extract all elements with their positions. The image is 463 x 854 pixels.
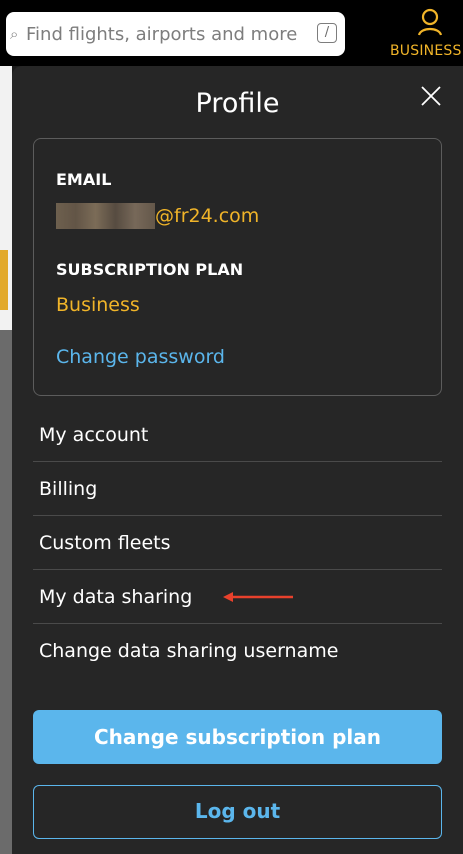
menu-item-my-data-sharing[interactable]: My data sharing	[33, 570, 442, 624]
email-domain: @fr24.com	[155, 205, 260, 227]
panel-title: Profile	[195, 88, 280, 119]
close-icon[interactable]	[420, 85, 442, 107]
subscription-plan-value: Business	[56, 294, 140, 316]
menu-item-change-data-sharing-username[interactable]: Change data sharing username	[33, 624, 442, 678]
menu-item-label: My data sharing	[39, 586, 193, 608]
user-icon	[418, 8, 442, 36]
top-bar: ⌕ Find flights, airports and more / BUSI…	[0, 0, 463, 66]
email-redaction	[56, 203, 155, 229]
menu-item-custom-fleets[interactable]: Custom fleets	[33, 516, 442, 570]
menu-item-billing[interactable]: Billing	[33, 462, 442, 516]
search-icon: ⌕	[10, 25, 19, 43]
profile-panel: Profile EMAIL @fr24.com SUBSCRIPTION PLA…	[12, 66, 463, 854]
account-summary-card: EMAIL @fr24.com SUBSCRIPTION PLAN Busine…	[33, 138, 442, 396]
business-label: BUSINESS	[390, 43, 462, 59]
change-password-link[interactable]: Change password	[56, 344, 225, 370]
profile-menu: My account Billing Custom fleets My data…	[33, 408, 442, 678]
search-input[interactable]: Find flights, airports and more	[26, 24, 297, 46]
email-label: EMAIL	[56, 170, 112, 189]
business-account-button[interactable]: BUSINESS	[384, 6, 463, 62]
map-backdrop-marker	[0, 250, 8, 310]
search-bar[interactable]: ⌕ Find flights, airports and more /	[6, 12, 345, 56]
menu-item-my-account[interactable]: My account	[33, 408, 442, 462]
log-out-button[interactable]: Log out	[33, 785, 442, 839]
change-subscription-plan-button[interactable]: Change subscription plan	[33, 710, 442, 764]
subscription-plan-label: SUBSCRIPTION PLAN	[56, 260, 244, 279]
keyboard-shortcut-badge: /	[317, 23, 337, 43]
arrow-annotation-icon	[223, 592, 293, 602]
